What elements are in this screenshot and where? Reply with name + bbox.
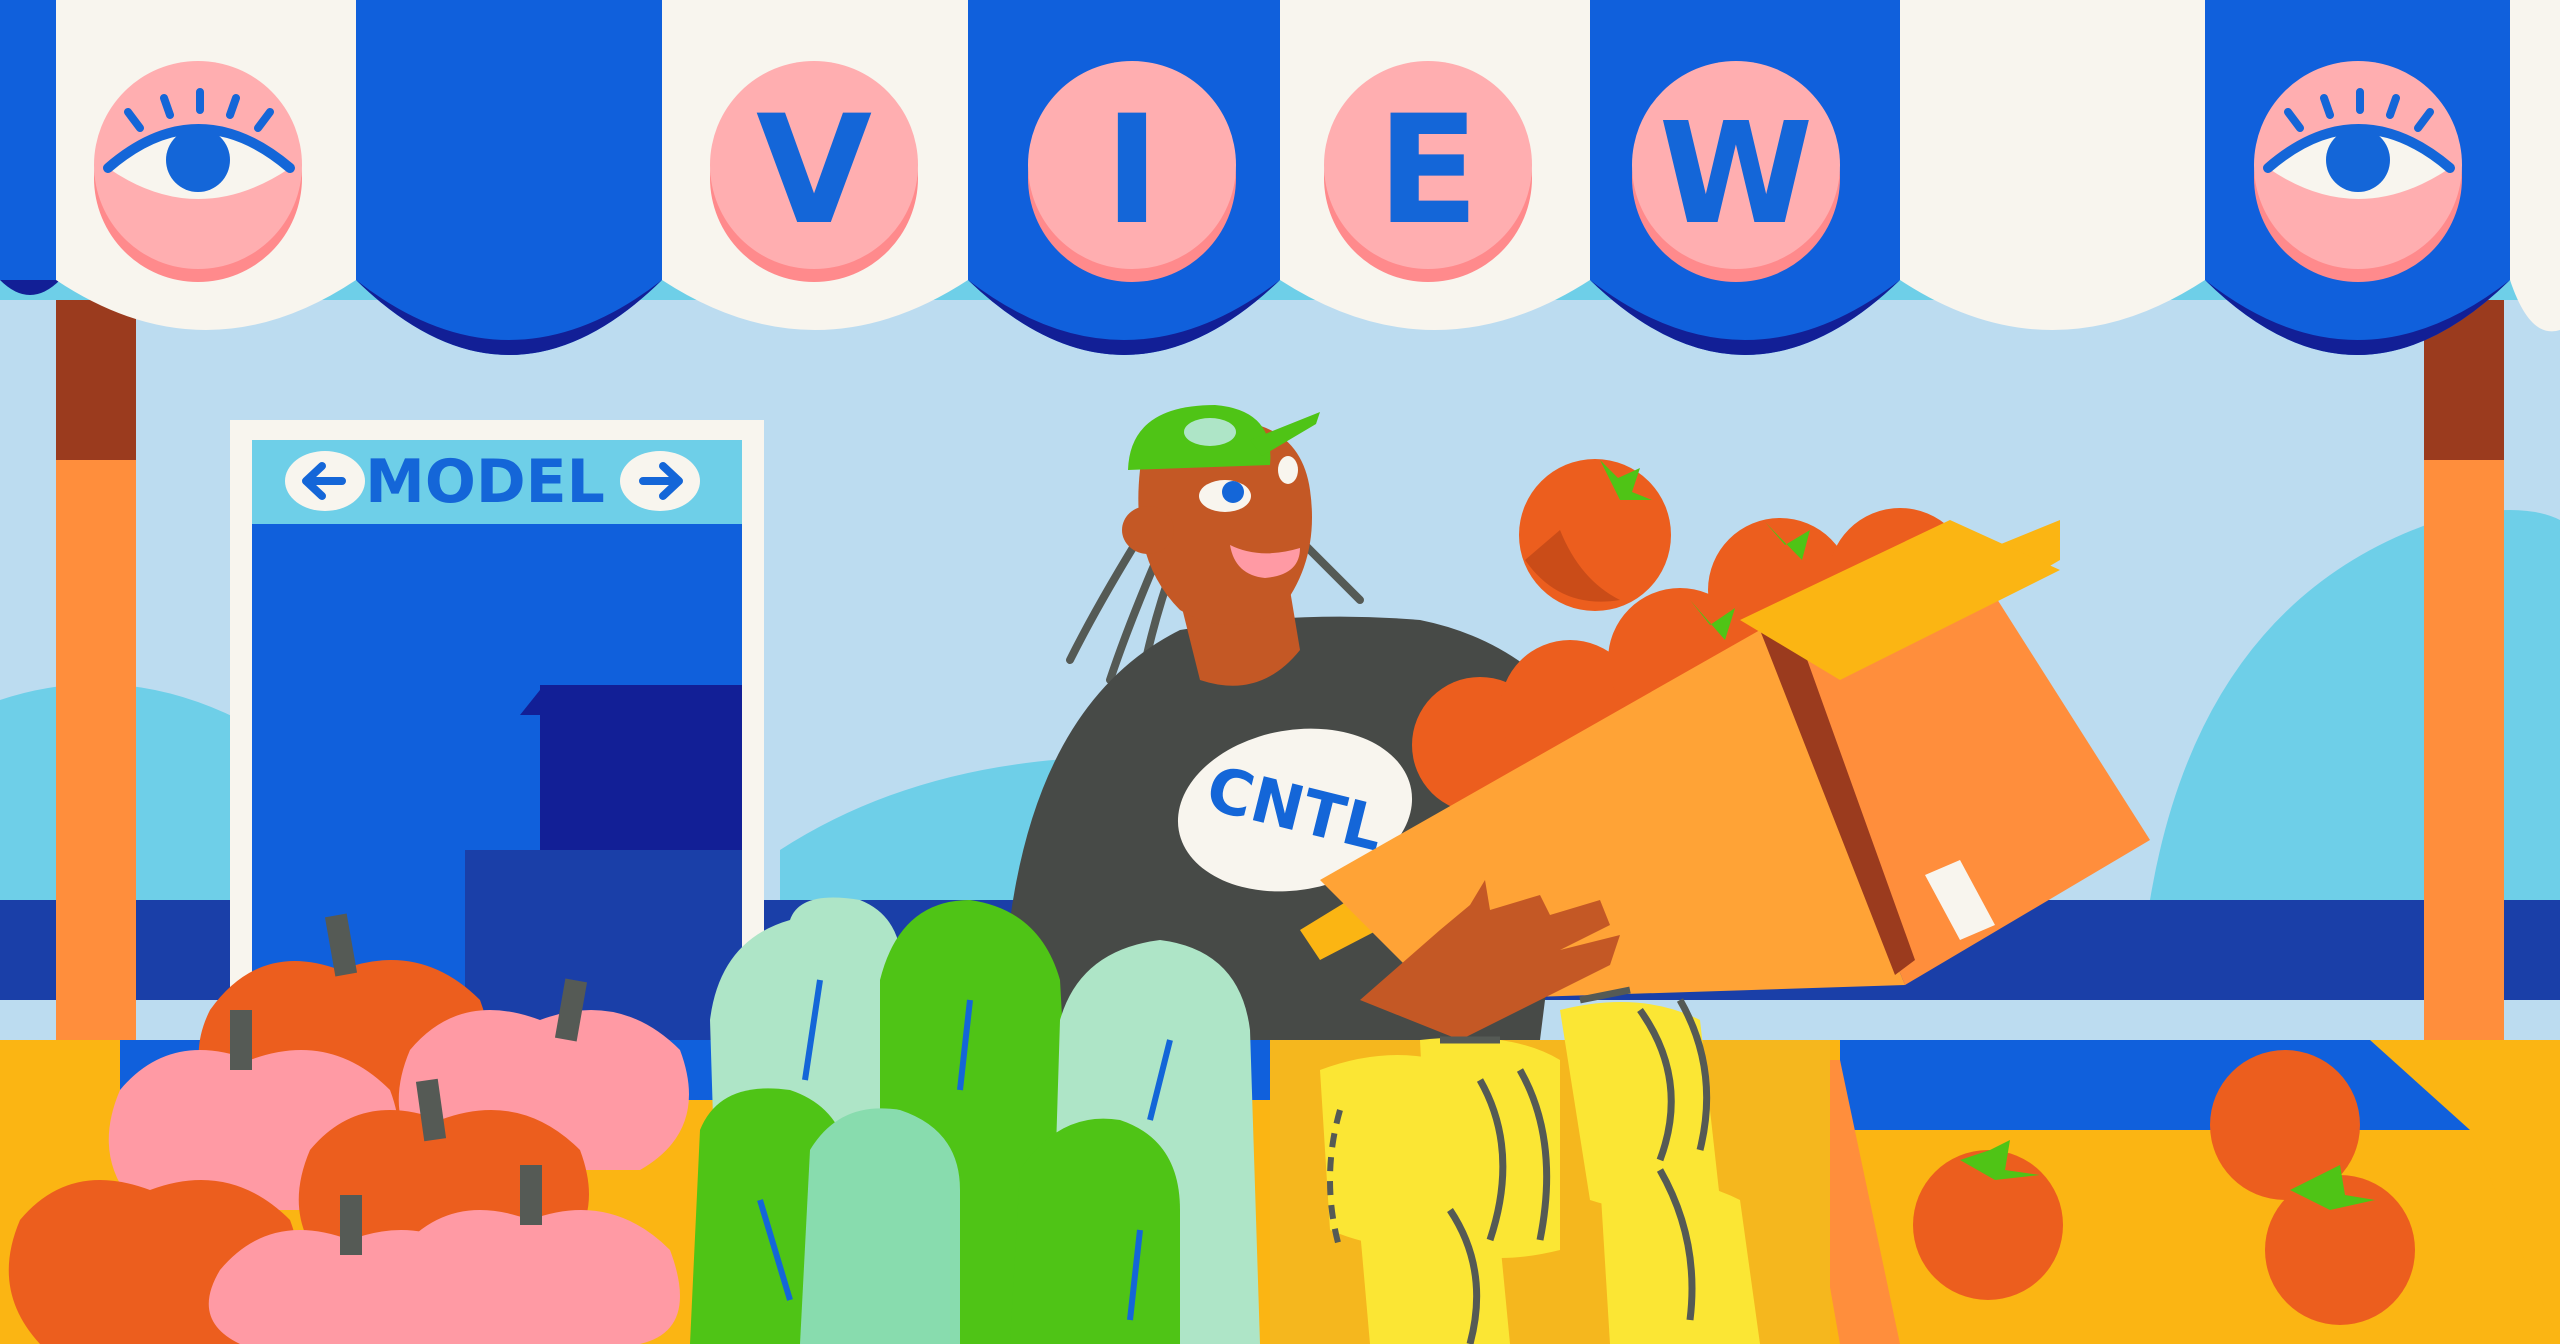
badge-letter-v: V xyxy=(710,61,918,282)
badge-letter-i: I xyxy=(1028,61,1236,282)
badge-letter: I xyxy=(1104,84,1160,258)
arrow-right-icon xyxy=(620,451,700,511)
lettuce xyxy=(690,897,1260,1344)
badge-letter: V xyxy=(756,84,872,258)
badge-letter-e: E xyxy=(1324,61,1532,282)
market-stall-illustration: MODEL CNTL V I E W xyxy=(0,0,2560,1344)
badge-letter: E xyxy=(1377,84,1479,258)
door-sign-label: MODEL xyxy=(365,447,605,517)
bananas xyxy=(1270,986,1830,1344)
badge-letter: W xyxy=(1659,93,1813,256)
badge-eye-left xyxy=(94,61,302,282)
badge-letter-w: W xyxy=(1632,61,1840,282)
arrow-left-icon xyxy=(285,451,365,511)
door-sign: MODEL xyxy=(252,440,742,524)
badge-eye-right xyxy=(2254,61,2462,282)
